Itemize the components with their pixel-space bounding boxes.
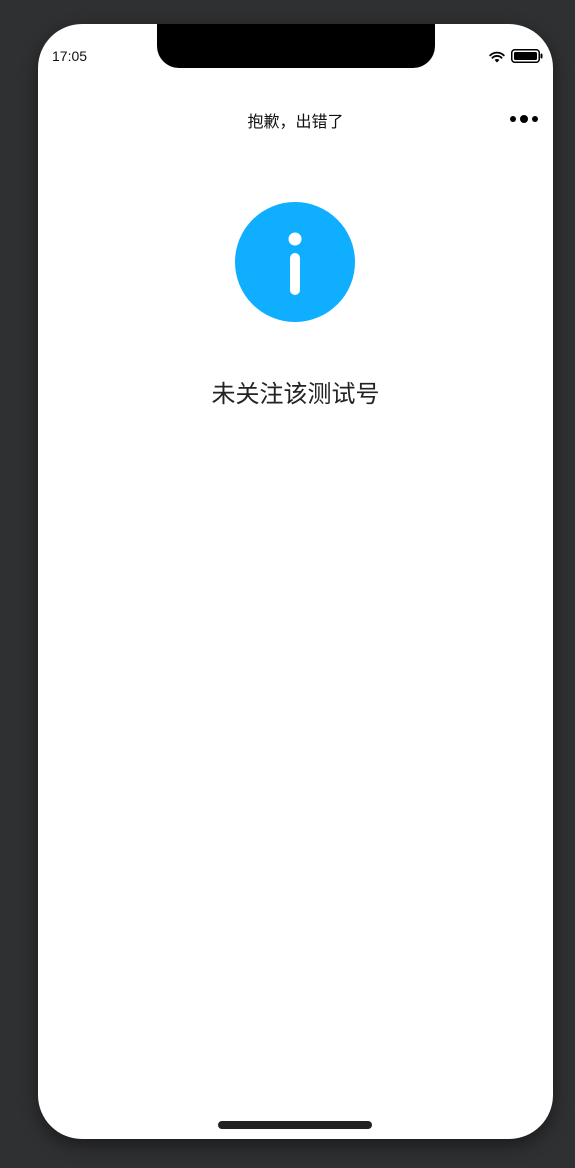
- error-message: 未关注该测试号: [211, 380, 380, 408]
- status-icons: [489, 48, 543, 67]
- status-time: 17:05: [52, 48, 88, 64]
- more-dots-icon: [509, 109, 539, 128]
- wifi-icon: [489, 48, 505, 67]
- battery-icon: [511, 48, 543, 67]
- device-notch: [157, 24, 435, 68]
- home-indicator[interactable]: [218, 1121, 372, 1129]
- info-icon: [235, 202, 355, 322]
- page-title: 抱歉，出错了: [247, 112, 344, 131]
- more-button[interactable]: [507, 110, 541, 126]
- phone-screen: 17:05 抱歉，出错了 未关注该测试号: [38, 24, 553, 1139]
